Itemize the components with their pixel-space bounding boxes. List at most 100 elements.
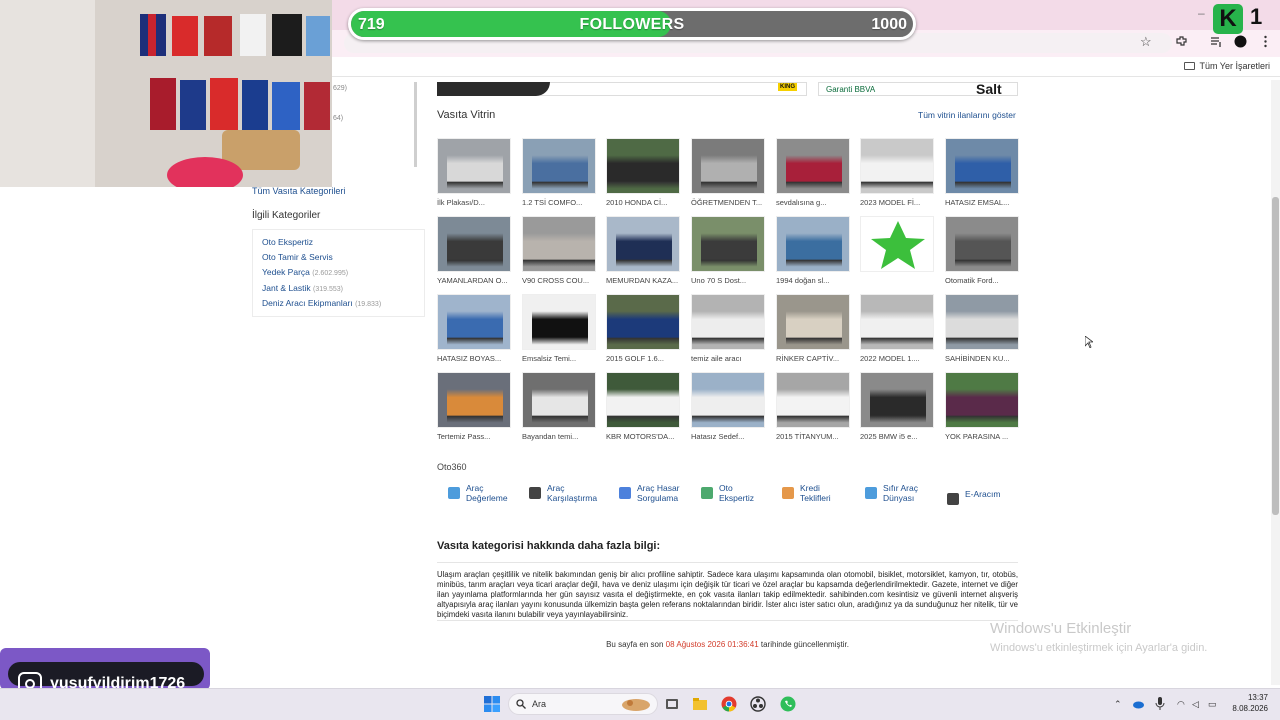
vitrin-caption[interactable]: HATASIZ BOYAS... xyxy=(437,354,515,363)
vitrin-thumbnail[interactable] xyxy=(691,216,765,272)
related-category-link[interactable]: Yedek Parça (2.602.995) xyxy=(262,267,348,277)
vitrin-caption[interactable]: 1.2 TSİ COMFO... xyxy=(522,198,600,207)
vitrin-listing[interactable]: 1994 doğan sl... xyxy=(776,216,854,286)
vitrin-thumbnail[interactable] xyxy=(606,372,680,428)
vitrin-caption[interactable]: 2015 GOLF 1.6... xyxy=(606,354,684,363)
profile-avatar-icon[interactable] xyxy=(1234,35,1247,48)
vitrin-caption[interactable]: 2022 MODEL 1.... xyxy=(860,354,938,363)
vitrin-thumbnail[interactable] xyxy=(860,216,934,272)
vitrin-thumbnail[interactable] xyxy=(945,216,1019,272)
vitrin-thumbnail[interactable] xyxy=(606,216,680,272)
vitrin-caption[interactable]: 2023 MODEL Fİ... xyxy=(860,198,938,207)
vitrin-caption[interactable]: 2025 BMW i5 e... xyxy=(860,432,938,441)
vitrin-listing[interactable]: 2025 BMW i5 e... xyxy=(860,372,938,442)
windows-start-icon[interactable] xyxy=(484,696,500,712)
vitrin-listing[interactable]: Tertemiz Pass... xyxy=(437,372,515,442)
vitrin-thumbnail[interactable] xyxy=(776,138,850,194)
vitrin-listing[interactable] xyxy=(860,216,938,286)
tray-chevron-icon[interactable]: ⌃ xyxy=(1114,699,1122,710)
related-category-link[interactable]: Oto Ekspertiz xyxy=(262,237,313,247)
vitrin-listing[interactable]: RİNKER CAPTİV... xyxy=(776,294,854,364)
vitrin-caption[interactable]: sevdalısına g... xyxy=(776,198,854,207)
vitrin-listing[interactable]: 2010 HONDA Cİ... xyxy=(606,138,684,208)
damage-query-link[interactable]: Araç Hasar Sorgulama xyxy=(619,483,680,503)
vitrin-caption[interactable]: RİNKER CAPTİV... xyxy=(776,354,854,363)
onedrive-icon[interactable] xyxy=(1132,697,1145,710)
vitrin-listing[interactable]: V90 CROSS COU... xyxy=(522,216,600,286)
vitrin-listing[interactable]: 2015 TİTANYUM... xyxy=(776,372,854,442)
page-scrollbar-thumb[interactable] xyxy=(1272,197,1279,515)
vitrin-listing[interactable]: temiz aile aracı xyxy=(691,294,769,364)
vitrin-listing[interactable]: 2015 GOLF 1.6... xyxy=(606,294,684,364)
vitrin-listing[interactable]: HATASIZ EMSAL... xyxy=(945,138,1023,208)
vitrin-caption[interactable]: Hatasız Sedef... xyxy=(691,432,769,441)
related-category-link[interactable]: Oto Tamir & Servis xyxy=(262,252,333,262)
task-view-icon[interactable] xyxy=(664,696,680,712)
vehicle-valuation-link[interactable]: Araç Değerleme xyxy=(448,483,508,503)
vitrin-listing[interactable]: Hatasız Sedef... xyxy=(691,372,769,442)
vitrin-thumbnail[interactable] xyxy=(776,216,850,272)
volume-icon[interactable]: ◁ xyxy=(1192,699,1199,710)
vitrin-caption[interactable]: KBR MOTORS'DA... xyxy=(606,432,684,441)
vitrin-listing[interactable]: 1.2 TSİ COMFO... xyxy=(522,138,600,208)
vitrin-listing[interactable]: 2022 MODEL 1.... xyxy=(860,294,938,364)
vitrin-listing[interactable]: Otomatik Ford... xyxy=(945,216,1023,286)
all-vehicle-categories-link[interactable]: Tüm Vasıta Kategorileri xyxy=(252,186,345,196)
vitrin-thumbnail[interactable] xyxy=(522,372,596,428)
vitrin-listing[interactable]: İlk Plakası/D... xyxy=(437,138,515,208)
battery-icon[interactable]: ▭ xyxy=(1208,699,1217,710)
vitrin-thumbnail[interactable] xyxy=(606,294,680,350)
minimize-window-icon[interactable]: – xyxy=(1198,6,1205,20)
reading-list-icon[interactable] xyxy=(1210,35,1223,48)
credit-offers-link[interactable]: Kredi Teklifleri xyxy=(782,483,831,503)
vitrin-thumbnail[interactable] xyxy=(522,294,596,350)
vitrin-listing[interactable]: HATASIZ BOYAS... xyxy=(437,294,515,364)
vitrin-caption[interactable]: SAHİBİNDEN KU... xyxy=(945,354,1023,363)
vitrin-thumbnail[interactable] xyxy=(606,138,680,194)
new-cars-link[interactable]: Sıfır Araç Dünyası xyxy=(865,483,918,503)
vitrin-thumbnail[interactable] xyxy=(945,294,1019,350)
vitrin-thumbnail[interactable] xyxy=(437,138,511,194)
vitrin-caption[interactable]: HATASIZ EMSAL... xyxy=(945,198,1023,207)
vitrin-thumbnail[interactable] xyxy=(522,138,596,194)
vitrin-caption[interactable]: YAMANLARDAN O... xyxy=(437,276,515,285)
vitrin-thumbnail[interactable] xyxy=(522,216,596,272)
taskbar-clock[interactable]: 13:37 8.08.2026 xyxy=(1228,692,1268,714)
vitrin-caption[interactable]: Emsalsiz Temi... xyxy=(522,354,600,363)
related-category-link[interactable]: Deniz Aracı Ekipmanları (19.833) xyxy=(262,298,381,308)
vitrin-listing[interactable]: sevdalısına g... xyxy=(776,138,854,208)
chrome-icon[interactable] xyxy=(721,696,737,712)
vitrin-caption[interactable]: ÖĞRETMENDEN T... xyxy=(691,198,769,207)
vitrin-caption[interactable]: 2010 HONDA Cİ... xyxy=(606,198,684,207)
vitrin-thumbnail[interactable] xyxy=(776,294,850,350)
extensions-icon[interactable] xyxy=(1175,35,1188,48)
expertise-link[interactable]: Oto Ekspertiz xyxy=(701,483,754,503)
vitrin-thumbnail[interactable] xyxy=(437,294,511,350)
vitrin-caption[interactable]: YOK PARASINA ... xyxy=(945,432,1023,441)
widgets-icon[interactable] xyxy=(620,696,652,712)
vehicle-compare-link[interactable]: Araç Karşılaştırma xyxy=(529,483,597,503)
vitrin-listing[interactable]: ÖĞRETMENDEN T... xyxy=(691,138,769,208)
vitrin-listing[interactable]: YAMANLARDAN O... xyxy=(437,216,515,286)
vitrin-thumbnail[interactable] xyxy=(776,372,850,428)
whatsapp-icon[interactable] xyxy=(780,696,796,712)
bookmark-star-icon[interactable]: ☆ xyxy=(1140,34,1152,50)
file-explorer-icon[interactable] xyxy=(692,696,708,712)
vitrin-listing[interactable]: Uno 70 S Dost... xyxy=(691,216,769,286)
vitrin-listing[interactable]: 2023 MODEL Fİ... xyxy=(860,138,938,208)
show-all-vitrin-link[interactable]: Tüm vitrin ilanlarını göster xyxy=(918,110,1016,120)
obs-icon[interactable] xyxy=(750,696,766,712)
vitrin-caption[interactable]: Otomatik Ford... xyxy=(945,276,1023,285)
vitrin-thumbnail[interactable] xyxy=(945,138,1019,194)
vitrin-caption[interactable]: 2015 TİTANYUM... xyxy=(776,432,854,441)
vitrin-caption[interactable]: Bayandan temi... xyxy=(522,432,600,441)
vitrin-thumbnail[interactable] xyxy=(860,372,934,428)
vitrin-listing[interactable]: MEMURDAN KAZA... xyxy=(606,216,684,286)
vitrin-listing[interactable]: YOK PARASINA ... xyxy=(945,372,1023,442)
vitrin-listing[interactable]: SAHİBİNDEN KU... xyxy=(945,294,1023,364)
sidebar-scrollbar[interactable] xyxy=(414,82,417,167)
vitrin-thumbnail[interactable] xyxy=(691,138,765,194)
all-bookmarks-button[interactable]: Tüm Yer İşaretleri xyxy=(1184,61,1270,71)
vitrin-thumbnail[interactable] xyxy=(691,294,765,350)
vitrin-thumbnail[interactable] xyxy=(437,216,511,272)
